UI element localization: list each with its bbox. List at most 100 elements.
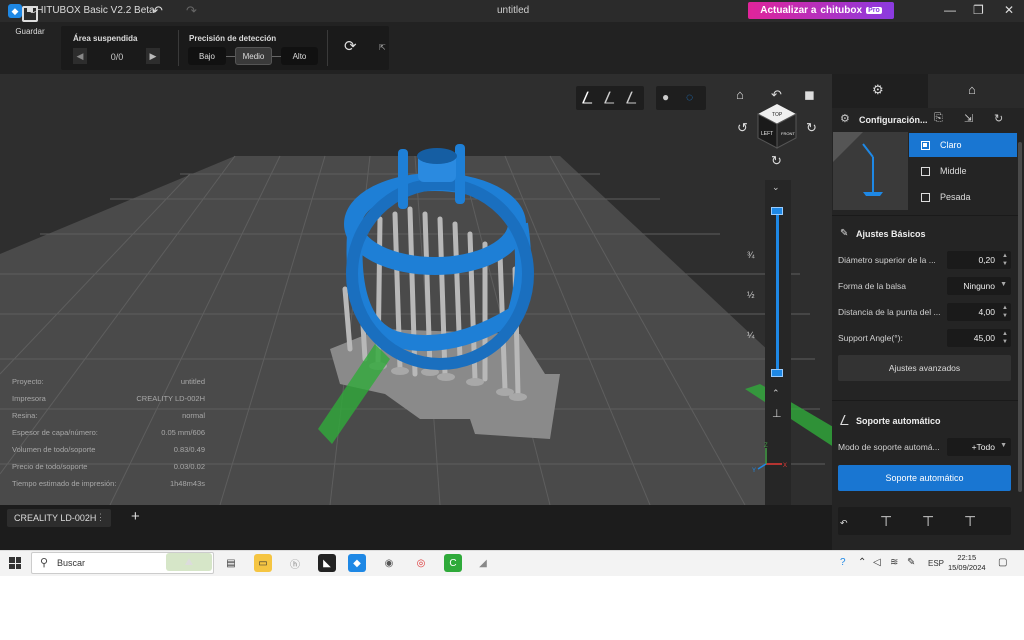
- slider-tick-label: ½: [747, 290, 755, 300]
- undo-icon[interactable]: ↶: [152, 3, 163, 19]
- overhang-next-button[interactable]: ▶: [146, 48, 160, 64]
- 3d-viewport[interactable]: [0, 74, 832, 505]
- add-tab-button[interactable]: +: [131, 508, 140, 525]
- edit-support-icon[interactable]: ⊤: [964, 513, 976, 530]
- file-explorer-icon[interactable]: ▭: [254, 554, 272, 572]
- printer-tab-bar: [0, 505, 832, 531]
- volume-icon[interactable]: ◁: [873, 557, 881, 568]
- stepper-icon[interactable]: ▲ ▼: [1002, 304, 1008, 320]
- tip-distance-input[interactable]: 4,00 ▲ ▼: [947, 303, 1011, 321]
- tab-supports[interactable]: [928, 74, 1024, 108]
- rotate-down-icon[interactable]: ↻: [771, 153, 782, 169]
- help-icon[interactable]: ?: [840, 557, 846, 568]
- export-icon[interactable]: ⇲: [964, 112, 973, 125]
- home-icon[interactable]: ⌂: [736, 87, 744, 102]
- support-angle-input[interactable]: 45,00 ▲ ▼: [947, 329, 1011, 347]
- preset-heavy[interactable]: Pesada: [909, 185, 1017, 209]
- auto-support-mode-select[interactable]: +Todo ▼: [947, 438, 1011, 456]
- document-title: untitled: [497, 5, 530, 16]
- divider: [178, 30, 179, 66]
- clock-time: 22:15: [957, 553, 977, 562]
- chevron-down-icon[interactable]: ⌄: [772, 182, 780, 193]
- support-icon[interactable]: ⊥: [772, 407, 782, 420]
- search-icon: ⚲: [40, 557, 49, 569]
- navigation-cube[interactable]: TOP LEFT FRONT: [756, 102, 798, 150]
- collapse-icon[interactable]: ⇱: [379, 43, 386, 52]
- preset-light[interactable]: Claro: [909, 133, 1017, 157]
- advanced-settings-button[interactable]: Ajustes avanzados: [838, 355, 1011, 381]
- solid-sphere-icon[interactable]: ●: [662, 90, 669, 104]
- app-icon[interactable]: C: [444, 554, 462, 572]
- preset-label: Middle: [940, 166, 967, 176]
- app-icon[interactable]: ◉: [380, 554, 398, 572]
- stepper-icon[interactable]: ▲ ▼: [1002, 330, 1008, 346]
- info-row: Espesor de capa/número: 0.05 mm/606: [12, 428, 205, 437]
- support-type-icon[interactable]: ⊤: [922, 513, 934, 530]
- info-value: untitled: [180, 377, 205, 386]
- info-value: 1h48m43s: [169, 479, 205, 488]
- save-button[interactable]: Guardar: [10, 6, 50, 36]
- refresh-icon[interactable]: ⟳: [344, 37, 357, 55]
- windows-start-icon[interactable]: [9, 557, 21, 569]
- scrollbar[interactable]: [1018, 142, 1022, 492]
- divider: [226, 56, 235, 57]
- chrome-icon[interactable]: ◎: [412, 554, 430, 572]
- precision-high-button[interactable]: Alto: [281, 47, 318, 65]
- rotate-right-icon[interactable]: ↻: [806, 120, 817, 136]
- precision-low-button[interactable]: Bajo: [188, 47, 226, 65]
- support-preview-image: [833, 132, 908, 210]
- close-icon[interactable]: ✕: [1004, 3, 1014, 17]
- hp-icon[interactable]: ⓗ: [286, 554, 304, 572]
- layer-slider-bottom-handle[interactable]: [771, 369, 783, 377]
- redo-icon[interactable]: ↷: [186, 3, 197, 19]
- more-icon[interactable]: ⋮: [96, 512, 105, 523]
- upgrade-pro-button[interactable]: Actualizar a chitubox Pro: [748, 2, 894, 19]
- rotate-up-icon[interactable]: ↶: [771, 87, 782, 103]
- overhang-prev-button[interactable]: ◀: [73, 48, 87, 64]
- checkbox[interactable]: [921, 192, 930, 202]
- raft-shape-select[interactable]: Ninguno ▼: [947, 277, 1011, 295]
- notification-icon[interactable]: ▢: [998, 557, 1007, 568]
- support-view-icon[interactable]: ⎳: [604, 90, 615, 105]
- pen-icon[interactable]: ✎: [907, 557, 915, 568]
- param-value: Ninguno: [963, 281, 995, 291]
- wifi-icon[interactable]: ≋: [890, 557, 898, 568]
- task-view-icon[interactable]: ▤: [222, 554, 240, 572]
- app-icon[interactable]: ◢: [474, 554, 492, 572]
- language-indicator[interactable]: ESP: [928, 559, 944, 568]
- divider: [327, 30, 328, 66]
- auto-support-button[interactable]: Soporte automático: [838, 465, 1011, 491]
- checkbox[interactable]: [921, 166, 930, 176]
- save-icon: [22, 6, 38, 22]
- wireframe-sphere-icon[interactable]: ◌: [686, 90, 693, 104]
- info-row: Tiempo estimado de impresión: 1h48m43s: [12, 479, 205, 488]
- reset-icon[interactable]: ↻: [994, 112, 1003, 125]
- param-label: Diámetro superior de la ...: [838, 255, 936, 265]
- checkbox[interactable]: [921, 140, 930, 150]
- chevron-up-icon[interactable]: ⌃: [858, 557, 866, 568]
- printer-tab[interactable]: CREALITY LD-002H ⋮: [7, 509, 111, 527]
- add-support-icon[interactable]: ⊤: [880, 513, 892, 530]
- chevron-up-icon[interactable]: ⌃: [772, 388, 780, 399]
- weather-widget-icon[interactable]: ⛰: [166, 553, 212, 571]
- rotate-left-icon[interactable]: ↺: [737, 120, 748, 136]
- minimize-icon[interactable]: —: [944, 3, 956, 17]
- top-diameter-input[interactable]: 0,20 ▲ ▼: [947, 251, 1011, 269]
- undo-small-icon[interactable]: ↶: [840, 518, 848, 529]
- box-icon[interactable]: ◼: [804, 87, 815, 103]
- support-view-icon[interactable]: ⎳: [626, 90, 637, 105]
- info-row: Proyecto: untitled: [12, 377, 205, 386]
- import-icon[interactable]: ⎘: [934, 112, 943, 125]
- chitubox-taskbar-icon[interactable]: ◆: [348, 554, 366, 572]
- restore-icon[interactable]: ❐: [973, 3, 984, 17]
- layer-slider-track[interactable]: [776, 210, 779, 375]
- preset-middle[interactable]: Middle: [909, 159, 1017, 183]
- support-view-icon[interactable]: ⎳: [582, 90, 593, 105]
- stepper-icon[interactable]: ▲ ▼: [1002, 252, 1008, 268]
- clock[interactable]: 22:15 15/09/2024: [948, 553, 986, 573]
- layer-slider-top-handle[interactable]: [771, 207, 783, 215]
- param-label: Forma de la balsa: [838, 281, 907, 291]
- info-label: Espesor de capa/número:: [12, 428, 98, 437]
- precision-medium-button[interactable]: Medio: [235, 47, 272, 65]
- app-icon[interactable]: ◣: [318, 554, 336, 572]
